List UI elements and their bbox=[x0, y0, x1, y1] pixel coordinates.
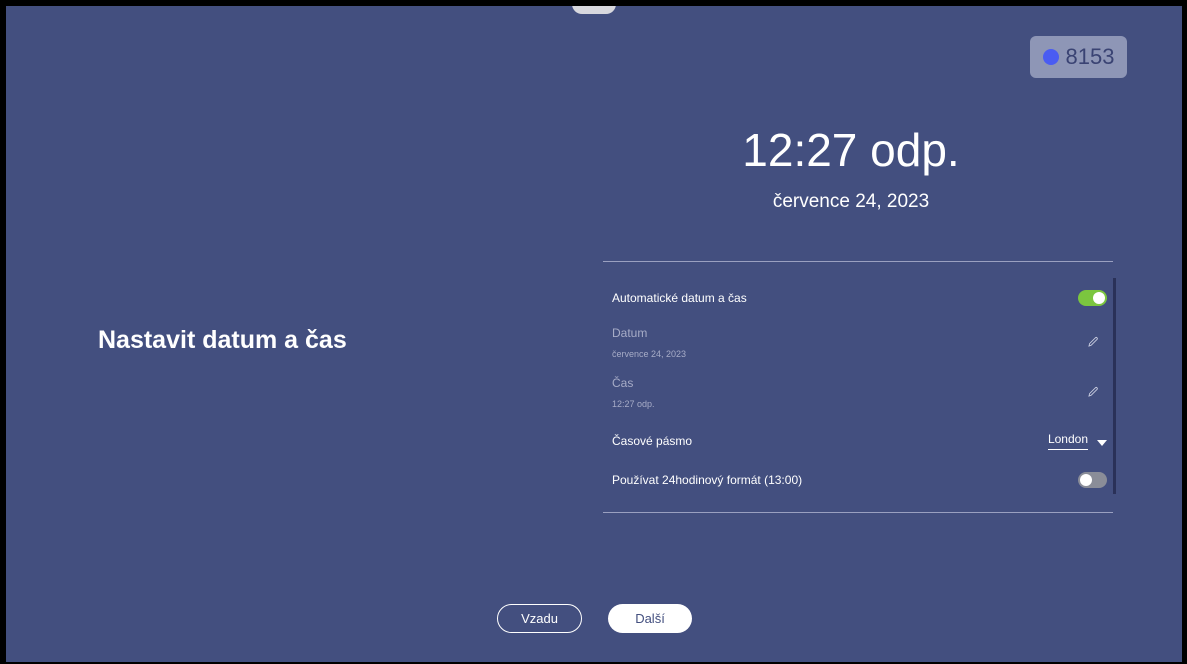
pencil-icon bbox=[1087, 385, 1099, 401]
id-badge: 8153 bbox=[1030, 36, 1127, 78]
panel-scrollbar[interactable] bbox=[1113, 278, 1116, 494]
timezone-row: Časové pásmo London bbox=[612, 432, 1107, 450]
datetime-settings-panel: Automatické datum a čas Datum července 2… bbox=[603, 261, 1116, 513]
auto-datetime-row[interactable]: Automatické datum a čas bbox=[612, 290, 1107, 306]
date-row: Datum července 24, 2023 bbox=[612, 326, 1107, 359]
status-dot-icon bbox=[1042, 49, 1059, 65]
date-label: Datum bbox=[612, 326, 648, 340]
auto-datetime-label: Automatické datum a čas bbox=[612, 291, 747, 305]
current-time: 12:27 odp. bbox=[742, 124, 960, 176]
next-button[interactable]: Další bbox=[608, 604, 692, 633]
timezone-dropdown[interactable]: London bbox=[1047, 432, 1107, 450]
top-pull-handle[interactable] bbox=[572, 6, 616, 14]
timezone-label: Časové pásmo bbox=[612, 434, 693, 448]
time-value: 12:27 odp. bbox=[612, 399, 655, 409]
format24-row[interactable]: Používat 24hodinový formát (13:00) bbox=[612, 472, 1107, 488]
page-title: Nastavit datum a čas bbox=[98, 326, 347, 354]
timezone-value: London bbox=[1047, 432, 1088, 450]
format24-toggle[interactable] bbox=[1078, 472, 1107, 488]
toggle-knob bbox=[1093, 292, 1105, 304]
format24-label: Používat 24hodinový formát (13:00) bbox=[612, 473, 803, 487]
pencil-icon bbox=[1087, 335, 1099, 351]
back-button[interactable]: Vzadu bbox=[497, 604, 582, 633]
current-date: července 24, 2023 bbox=[772, 191, 930, 212]
setup-screen: 8153 12:27 odp. července 24, 2023 Nastav… bbox=[6, 6, 1182, 662]
caret-down-icon bbox=[1097, 439, 1107, 446]
badge-number: 8153 bbox=[1065, 44, 1115, 69]
time-row: Čas 12:27 odp. bbox=[612, 376, 1107, 409]
date-value: července 24, 2023 bbox=[612, 349, 687, 359]
auto-datetime-toggle[interactable] bbox=[1078, 290, 1107, 306]
toggle-knob bbox=[1080, 474, 1092, 486]
time-label: Čas bbox=[612, 376, 634, 390]
